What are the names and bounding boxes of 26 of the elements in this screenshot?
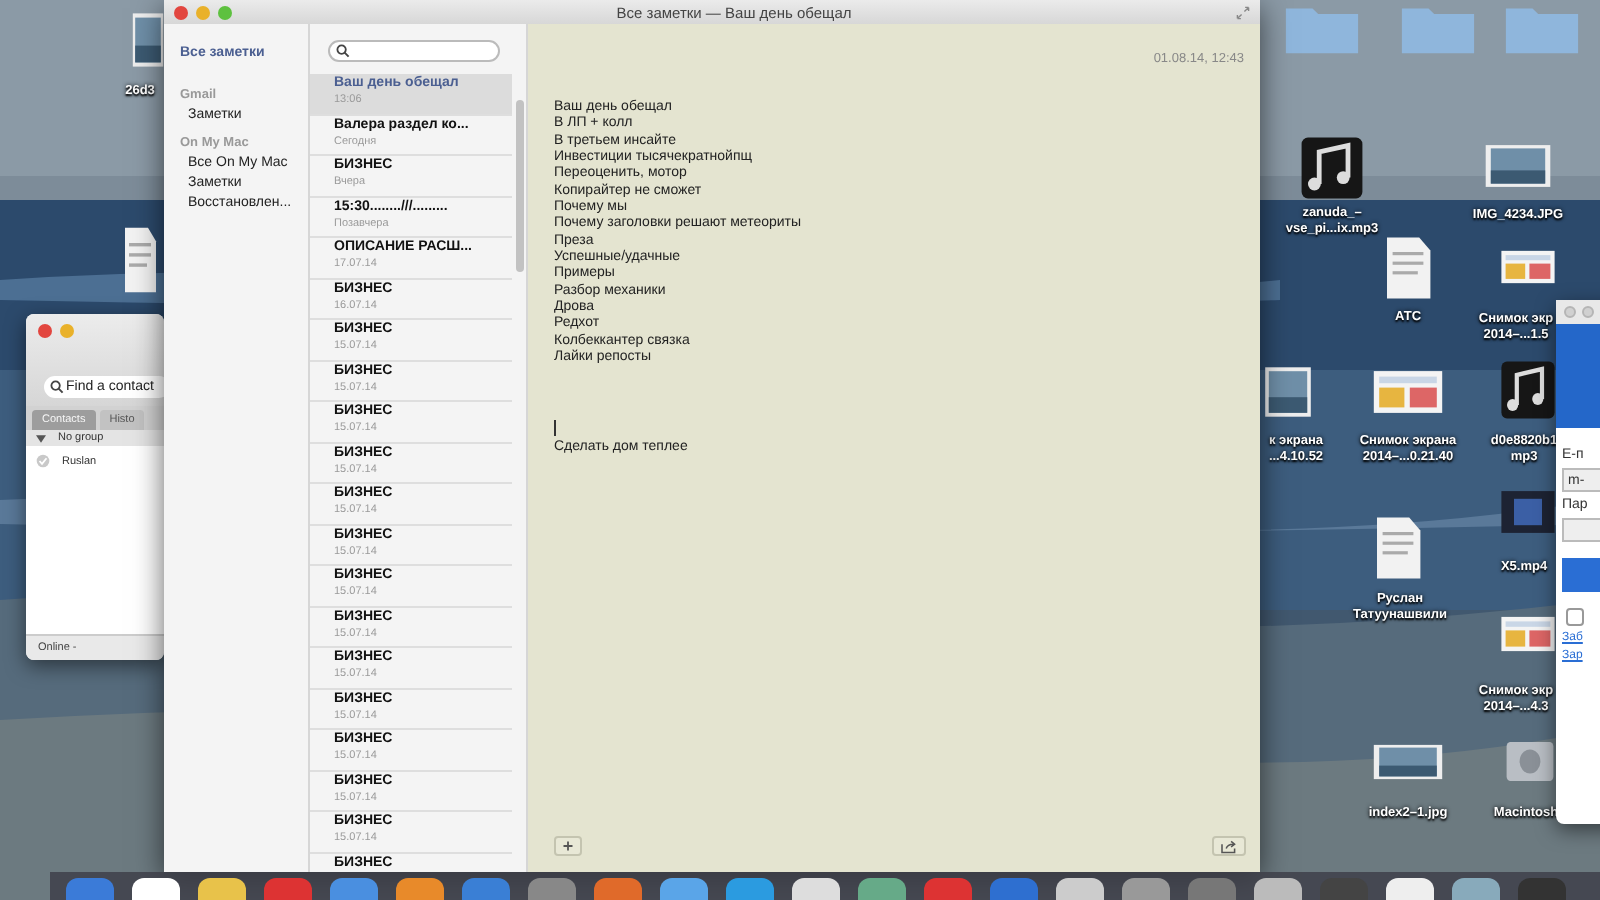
document-icon[interactable] (120, 226, 160, 294)
image-file-icon[interactable] (1500, 616, 1556, 652)
zoom-button[interactable] (218, 5, 232, 19)
add-note-button[interactable] (554, 836, 582, 856)
close-button[interactable] (38, 324, 52, 338)
video-file-icon[interactable] (1500, 490, 1556, 534)
close-button[interactable] (174, 5, 188, 19)
image-file-icon[interactable] (1372, 744, 1444, 780)
search-icon (50, 380, 64, 394)
search-icon (336, 44, 350, 58)
image-file-icon[interactable] (1500, 250, 1556, 284)
check-circle-icon (36, 454, 50, 468)
share-button[interactable] (1212, 836, 1246, 856)
disclosure-triangle-icon[interactable] (36, 433, 46, 443)
image-file-icon[interactable] (1264, 366, 1312, 418)
music-note-icon[interactable] (1300, 136, 1364, 200)
fullscreen-icon[interactable] (1236, 5, 1250, 19)
search-field[interactable] (328, 40, 500, 62)
text-caret (554, 419, 556, 435)
music-note-icon[interactable] (1500, 360, 1556, 420)
plus-icon (562, 840, 574, 852)
share-icon (1220, 839, 1238, 853)
checkbox[interactable] (1566, 608, 1584, 626)
image-file-icon[interactable] (1484, 144, 1552, 188)
image-file-icon[interactable] (1372, 370, 1444, 414)
image-file-icon[interactable] (132, 12, 164, 68)
